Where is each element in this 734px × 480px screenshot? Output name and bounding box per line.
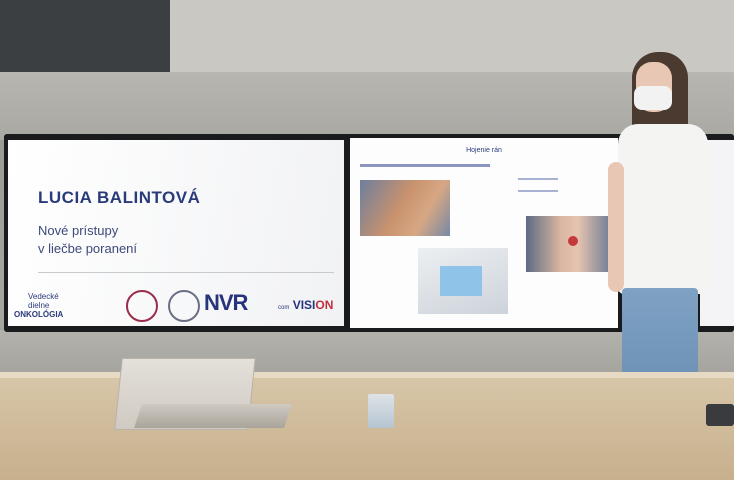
wound-spot: [568, 236, 578, 246]
talk-title-line1: Nové prístupy: [38, 223, 119, 238]
nvr-logo: NVR: [204, 290, 248, 315]
seal-logo-icon: [168, 290, 200, 322]
slide-divider: [38, 272, 334, 273]
vision-main: VISI: [292, 298, 316, 312]
talk-title-line2: v liečbe poranení: [38, 241, 138, 256]
wound-photo-dressing: [418, 248, 508, 314]
table-edge: [0, 372, 734, 378]
vision-small: com: [278, 305, 290, 311]
microphone-device: [706, 404, 734, 426]
presenter-arm: [608, 162, 624, 292]
ceiling-dark-panel: [0, 0, 170, 72]
org-line2: dielne: [28, 301, 50, 310]
org-line1: Vedecké: [28, 292, 59, 301]
laptop-base: [134, 404, 292, 428]
talk-title: Nové prístupy v liečbe poranení: [38, 222, 137, 258]
dressing-patch: [440, 266, 482, 296]
wound-photo-foot: [360, 180, 450, 236]
conference-room-scene: LUCIA BALINTOVÁ Nové prístupy v liečbe p…: [0, 0, 734, 480]
heart-logo-icon: [126, 290, 158, 322]
slide-text-block: [518, 178, 558, 192]
vision-logo: com VISION: [278, 298, 333, 312]
org-line3: ONKOLÓGIA: [14, 310, 64, 319]
face-mask: [634, 86, 672, 110]
center-slide-screen: Hojenie rán: [350, 138, 618, 328]
slide-title: Hojenie rán: [466, 147, 502, 154]
org-logo-text: Vedecké dielne ONKOLÓGIA: [14, 292, 63, 319]
speaker-name: LUCIA BALINTOVÁ: [38, 188, 201, 207]
wound-photo-knee: [526, 216, 612, 272]
slide-text-line: [360, 164, 490, 167]
presenter-shirt: [618, 124, 708, 294]
left-slide-screen: LUCIA BALINTOVÁ Nové prístupy v liečbe p…: [8, 140, 344, 326]
conference-table: [0, 372, 734, 480]
presenter: [608, 52, 718, 397]
water-glass: [368, 394, 394, 428]
vision-accent: ON: [315, 298, 334, 312]
